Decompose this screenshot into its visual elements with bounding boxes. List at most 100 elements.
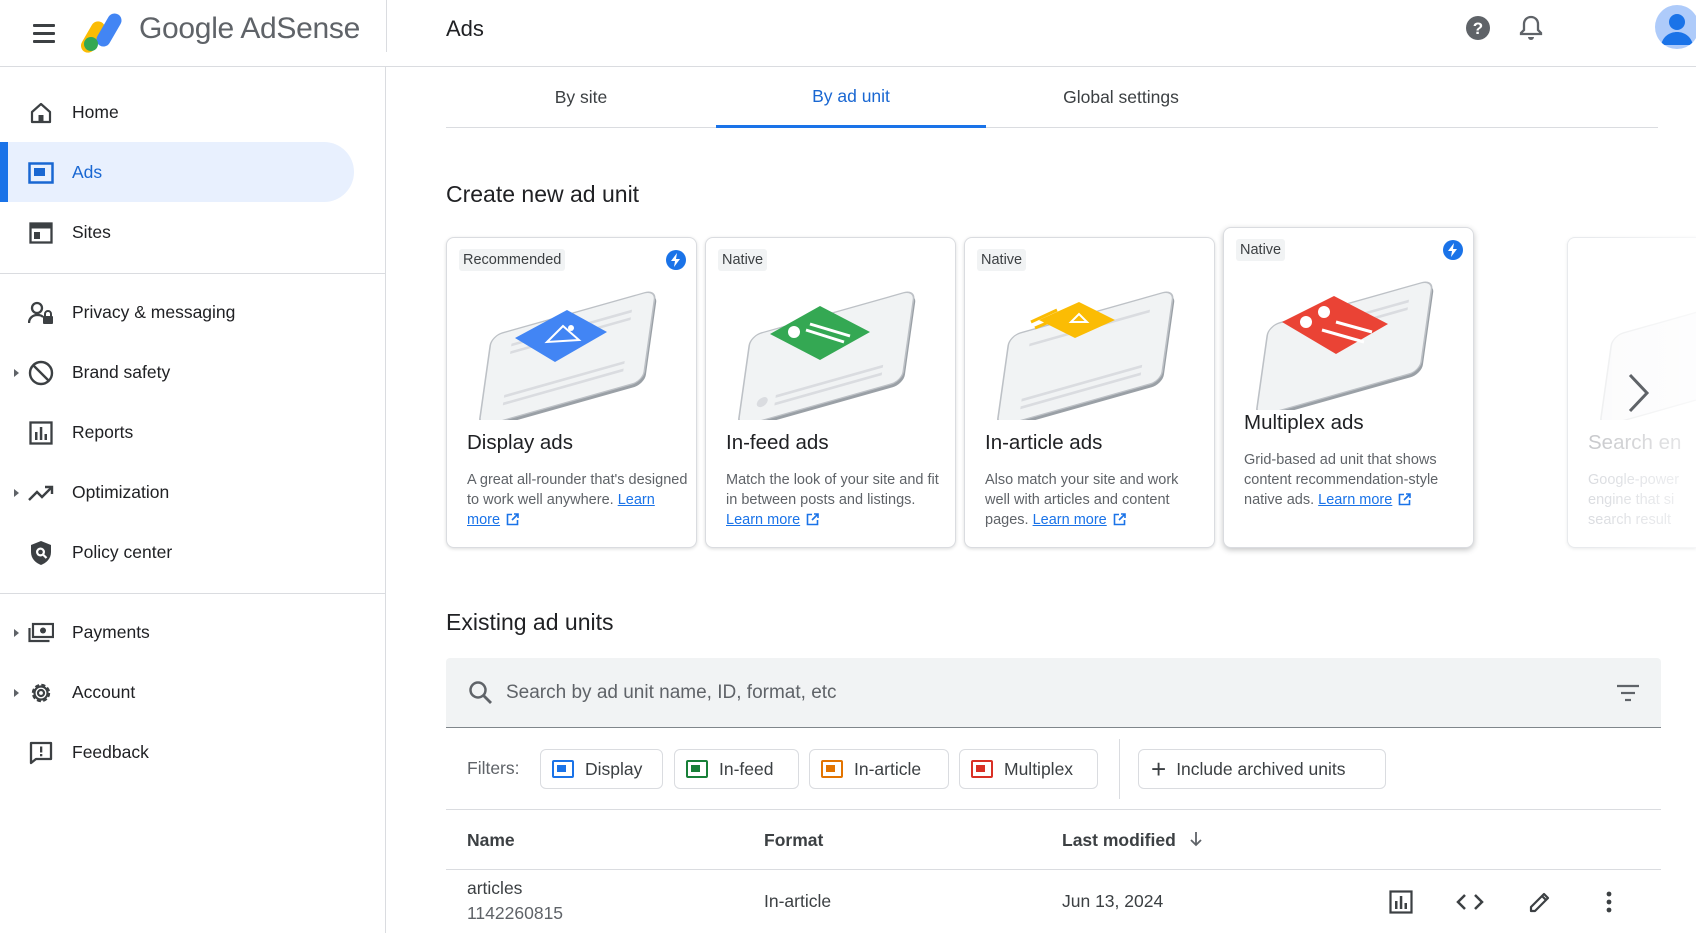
existing-section-title: Existing ad units bbox=[446, 609, 614, 635]
learn-more-link[interactable]: Learn more bbox=[1318, 492, 1392, 508]
in-feed-ads-card[interactable]: Native In-feed ads Match the look of you… bbox=[705, 237, 956, 548]
card-description: A great all-rounder that's designed to w… bbox=[467, 470, 689, 530]
sidebar-item-feedback[interactable]: Feedback bbox=[0, 722, 354, 782]
svg-text:?: ? bbox=[1473, 19, 1483, 38]
help-icon[interactable]: ? bbox=[1463, 13, 1493, 43]
in-article-ads-card[interactable]: Native In-article ads Also match your si… bbox=[964, 237, 1215, 548]
multiplex-ads-card[interactable]: Native Multiplex ads Grid-based ad unit … bbox=[1223, 227, 1474, 548]
menu-icon[interactable] bbox=[28, 17, 60, 49]
learn-more-link[interactable]: Learn more bbox=[1033, 512, 1107, 528]
card-description-line: search result bbox=[1588, 512, 1672, 528]
bolt-icon bbox=[666, 250, 686, 270]
filter-list-icon[interactable] bbox=[1615, 680, 1641, 706]
ad-unit-format: In-article bbox=[764, 891, 832, 911]
include-archived-chip[interactable]: + Include archived units bbox=[1138, 749, 1386, 789]
tab-bar: By site By ad unit Global settings bbox=[446, 67, 1658, 128]
chevron-right-icon[interactable] bbox=[1618, 371, 1658, 415]
code-icon[interactable] bbox=[1452, 884, 1488, 920]
expand-caret-icon bbox=[14, 689, 19, 697]
in-feed-format-icon bbox=[686, 760, 708, 778]
chip-label: Display bbox=[585, 758, 643, 779]
sidebar-divider bbox=[0, 273, 386, 274]
filters-divider bbox=[1119, 739, 1120, 799]
tab-global-settings[interactable]: Global settings bbox=[986, 67, 1256, 128]
external-link-icon bbox=[1113, 513, 1126, 526]
sidebar-item-label: Reports bbox=[72, 421, 134, 442]
plus-icon: + bbox=[1151, 754, 1167, 784]
column-header-label: Last modified bbox=[1062, 830, 1176, 850]
card-description-line: Google-power bbox=[1588, 472, 1680, 488]
ad-unit-name[interactable]: articles bbox=[467, 878, 522, 899]
brand-name: Google AdSense bbox=[139, 12, 360, 45]
card-title: Display ads bbox=[467, 431, 573, 454]
block-icon bbox=[28, 360, 54, 386]
display-ads-card[interactable]: Recommended Display ads A great all-roun… bbox=[446, 237, 697, 548]
search-bar bbox=[446, 658, 1661, 728]
filter-chip-multiplex[interactable]: Multiplex bbox=[959, 749, 1098, 789]
more-vert-icon[interactable] bbox=[1591, 884, 1627, 920]
payments-icon bbox=[28, 620, 54, 646]
display-ads-illustration bbox=[479, 291, 657, 420]
home-icon bbox=[28, 100, 54, 126]
card-badge: Native bbox=[1236, 239, 1286, 261]
search-icon bbox=[469, 681, 492, 704]
sidebar-item-label: Brand safety bbox=[72, 361, 171, 382]
sidebar-item-policy-center[interactable]: Policy center bbox=[0, 522, 354, 582]
avatar[interactable] bbox=[1655, 5, 1696, 49]
report-icon[interactable] bbox=[1383, 884, 1419, 920]
search-input[interactable] bbox=[506, 672, 1556, 714]
column-header-last-modified[interactable]: Last modified bbox=[1062, 830, 1203, 851]
page-title: Ads bbox=[446, 16, 484, 41]
card-badge: Recommended bbox=[459, 249, 566, 271]
filters-label: Filters: bbox=[467, 758, 520, 778]
sidebar-item-reports[interactable]: Reports bbox=[0, 402, 354, 462]
expand-caret-icon bbox=[14, 369, 19, 377]
sidebar-item-payments[interactable]: Payments bbox=[0, 602, 354, 662]
in-article-format-icon bbox=[821, 760, 843, 778]
card-description: Grid-based ad unit that shows content re… bbox=[1244, 450, 1466, 510]
card-title: In-article ads bbox=[985, 431, 1103, 454]
sidebar-item-label: Ads bbox=[72, 161, 103, 182]
chip-label: In-article bbox=[854, 758, 922, 779]
external-link-icon bbox=[806, 513, 819, 526]
column-header-name[interactable]: Name bbox=[467, 830, 515, 851]
sidebar-item-privacy-messaging[interactable]: Privacy & messaging bbox=[0, 282, 354, 342]
sidebar-item-account[interactable]: Account bbox=[0, 662, 354, 722]
sidebar-item-label: Optimization bbox=[72, 481, 170, 502]
filter-chip-in-article[interactable]: In-article bbox=[809, 749, 949, 789]
sidebar-item-label: Account bbox=[72, 681, 136, 702]
sidebar-item-sites[interactable]: Sites bbox=[0, 202, 354, 262]
top-app-bar: Google AdSense Ads ? bbox=[0, 0, 1696, 67]
privacy-icon bbox=[28, 300, 54, 326]
card-title: In-feed ads bbox=[726, 431, 829, 454]
bar-chart-icon bbox=[28, 420, 54, 446]
external-link-icon bbox=[506, 513, 519, 526]
sidebar-item-ads[interactable]: Ads bbox=[0, 142, 354, 202]
in-feed-ads-illustration bbox=[738, 291, 916, 420]
ad-unit-id: 1142260815 bbox=[467, 903, 564, 923]
tab-by-ad-unit[interactable]: By ad unit bbox=[716, 67, 986, 128]
table-divider bbox=[446, 809, 1661, 810]
card-badge: Native bbox=[718, 249, 768, 271]
external-link-icon bbox=[1399, 493, 1412, 506]
filter-chip-display[interactable]: Display bbox=[540, 749, 663, 789]
expand-caret-icon bbox=[14, 629, 19, 637]
sidebar-item-optimization[interactable]: Optimization bbox=[0, 462, 354, 522]
edit-pencil-icon[interactable] bbox=[1522, 884, 1558, 920]
sidebar-item-home[interactable]: Home bbox=[0, 82, 354, 142]
column-header-format[interactable]: Format bbox=[764, 830, 823, 851]
card-badge: Native bbox=[977, 249, 1027, 271]
in-article-ads-illustration bbox=[997, 291, 1175, 420]
notifications-icon[interactable] bbox=[1516, 13, 1546, 43]
gear-icon bbox=[28, 680, 54, 706]
card-description: Match the look of your site and fit in b… bbox=[726, 470, 948, 530]
sidebar: Home Ads Sites Privacy & messaging Brand… bbox=[0, 67, 386, 933]
adsense-logo bbox=[81, 13, 122, 53]
header-divider bbox=[386, 0, 387, 52]
learn-more-link[interactable]: Learn more bbox=[726, 512, 800, 528]
tab-by-site[interactable]: By site bbox=[446, 67, 716, 128]
sidebar-item-brand-safety[interactable]: Brand safety bbox=[0, 342, 354, 402]
sites-icon bbox=[28, 220, 54, 246]
card-description-text: Match the look of your site and fit in b… bbox=[726, 472, 939, 508]
filter-chip-in-feed[interactable]: In-feed bbox=[674, 749, 799, 789]
